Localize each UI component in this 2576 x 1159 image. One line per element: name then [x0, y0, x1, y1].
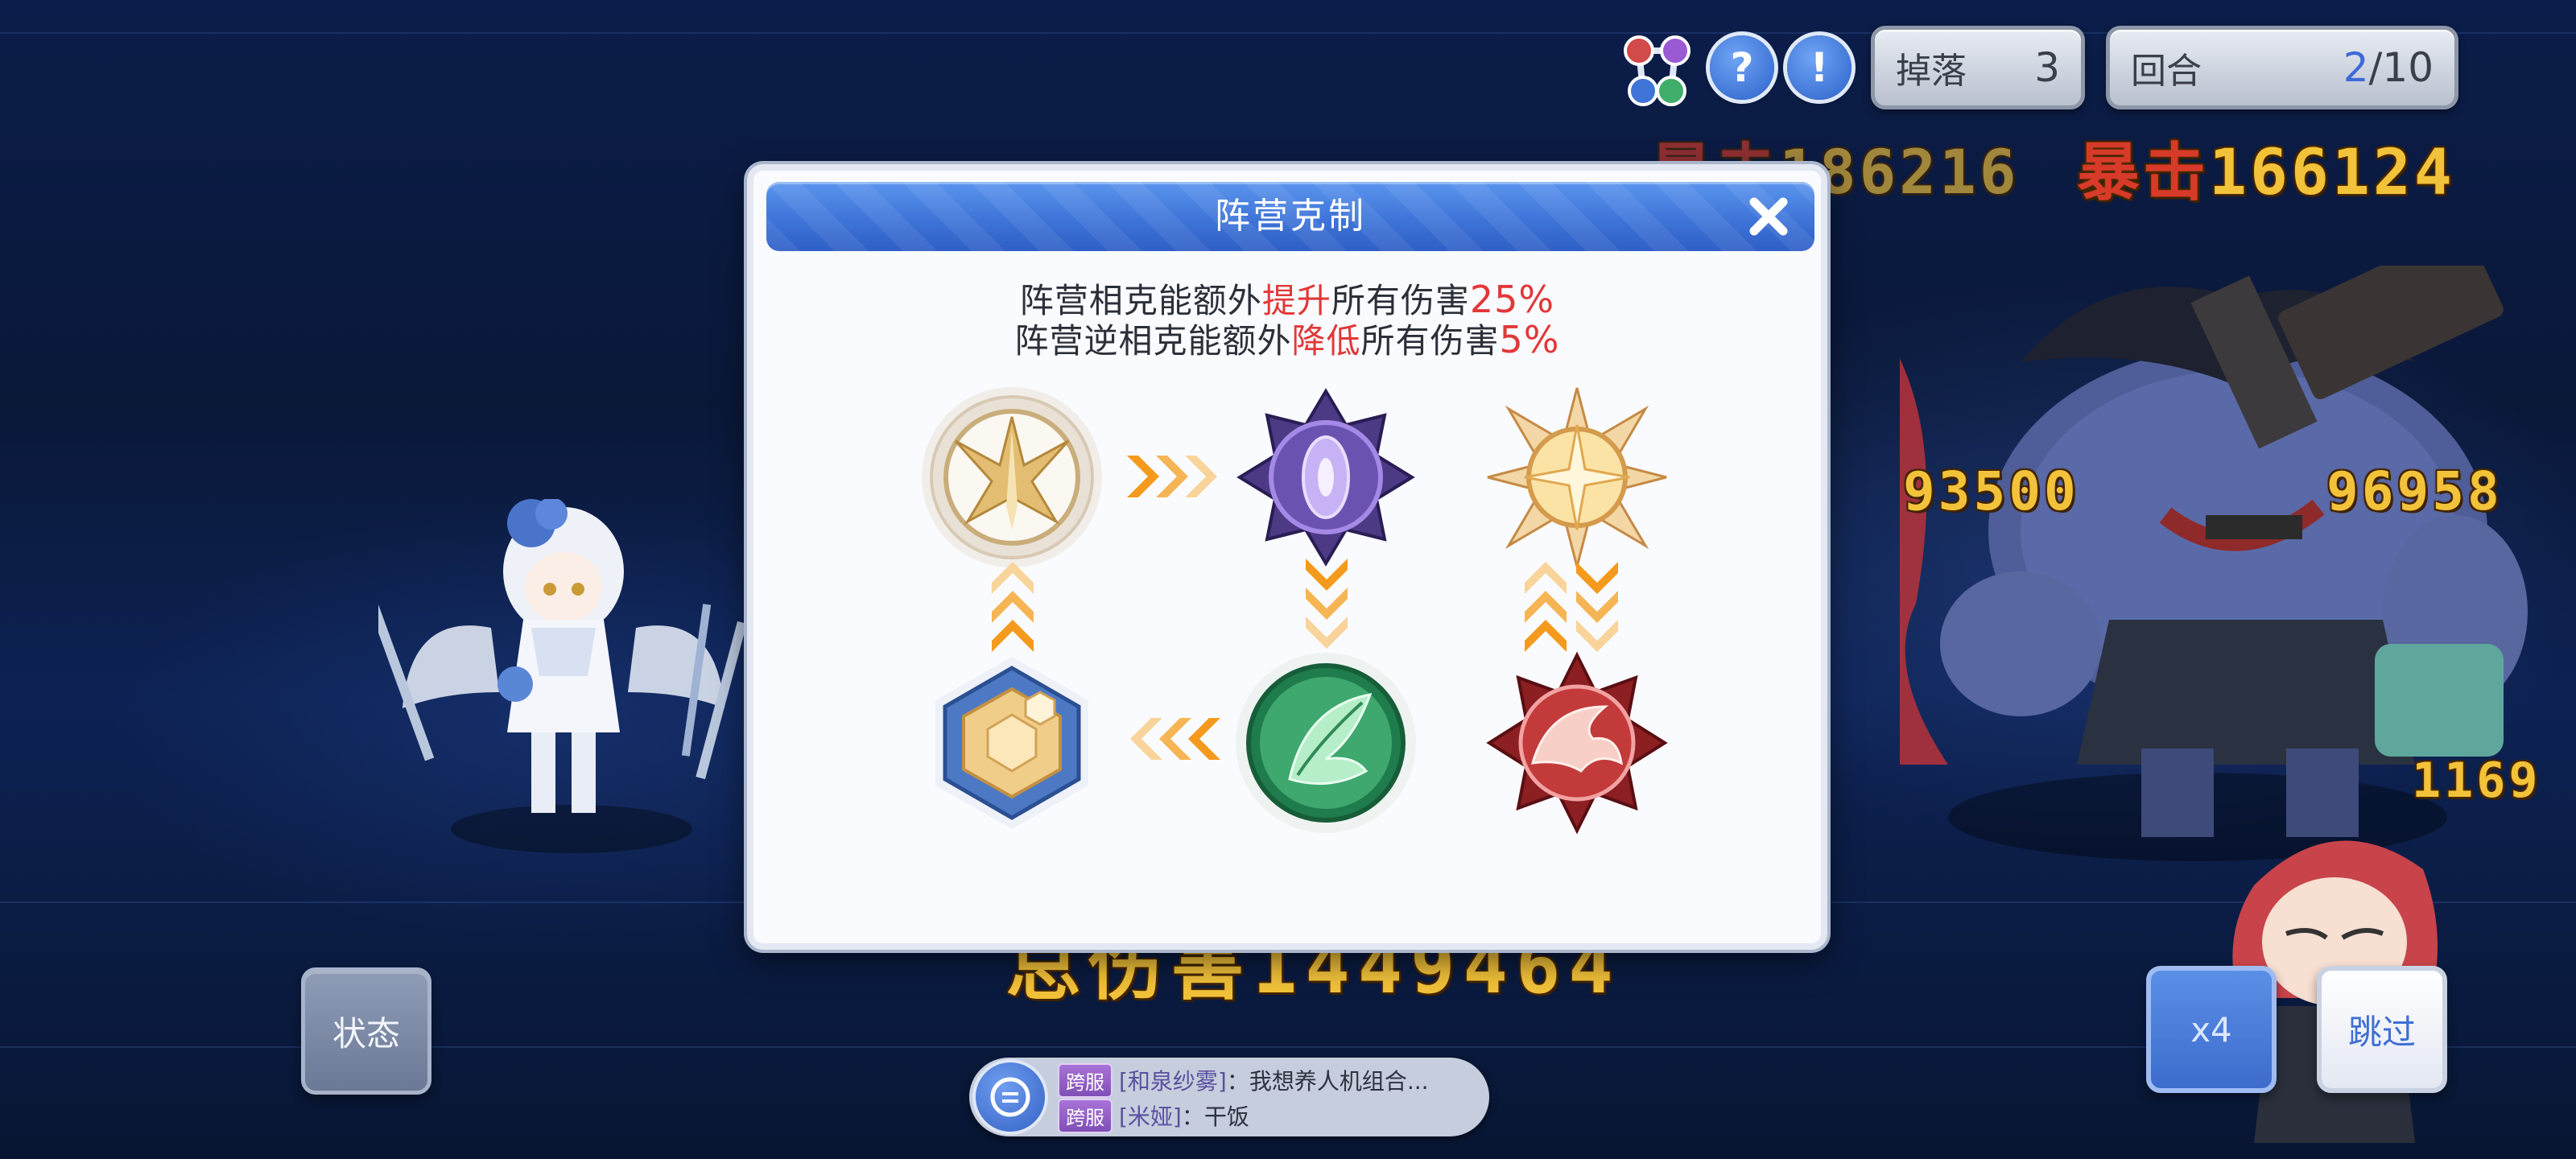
- arrow-up-icon: [1525, 562, 1567, 652]
- arrow-up-icon: [992, 562, 1034, 652]
- holy-faction-emblem-icon: [1487, 387, 1667, 567]
- hero-character[interactable]: [378, 499, 749, 837]
- formation-network-icon[interactable]: [1615, 31, 1695, 111]
- chat-text: ：干饭: [1181, 1103, 1249, 1130]
- dialog-header: 阵营克制: [766, 182, 1814, 251]
- cross-server-tag: 跨服: [1058, 1062, 1113, 1098]
- round-label: 回合: [2131, 51, 2202, 92]
- arrow-left-icon: [1130, 718, 1220, 760]
- cross-server-tag: 跨服: [1058, 1098, 1113, 1133]
- arrow-down-icon: [1576, 562, 1618, 652]
- shadow-faction-emblem-icon: [1236, 388, 1415, 567]
- question-icon: ?: [1730, 44, 1754, 91]
- damage-number: 93500: [1903, 460, 2079, 522]
- drop-count: 3: [2034, 44, 2060, 91]
- close-icon: [1749, 197, 1788, 236]
- round-current: 2: [2343, 44, 2369, 91]
- counter-penalty-text: 阵营逆相克能额外降低所有伤害5%: [1014, 318, 1560, 361]
- round-total: /10: [2368, 44, 2434, 91]
- arrow-right-icon: [1127, 456, 1217, 497]
- status-button[interactable]: 状态: [301, 967, 431, 1095]
- arrow-down-icon: [1306, 559, 1348, 649]
- chat-message: 跨服 [米娅] ：干饭: [1058, 1098, 1249, 1133]
- help-button[interactable]: ?: [1710, 35, 1774, 100]
- earth-faction-emblem-icon: [935, 657, 1088, 829]
- info-button[interactable]: !: [1787, 35, 1852, 100]
- damage-number: 96958: [2326, 460, 2503, 522]
- dialog-title: 阵营克制: [1215, 196, 1366, 237]
- damage-number: 1169: [2412, 753, 2541, 809]
- faction-counter-dialog: 阵营克制 阵营相克能额外提升所有伤害25% 阵营逆相克能额外降低所有伤害5%: [747, 164, 1827, 950]
- skip-button[interactable]: 跳过: [2317, 966, 2447, 1093]
- round-counter: 回合 2/10: [2106, 26, 2458, 109]
- light-faction-emblem-icon: [922, 387, 1102, 567]
- nature-faction-emblem-icon: [1236, 653, 1416, 833]
- chat-message: 跨服 [和泉纱雾] ：我想养人机组合...: [1058, 1062, 1429, 1098]
- exclamation-icon: !: [1810, 44, 1829, 91]
- speed-button[interactable]: x4: [2146, 966, 2277, 1093]
- drop-label: 掉落: [1896, 51, 1967, 92]
- damage-number: 暴击166124: [2077, 137, 2455, 209]
- chat-username: [和泉纱雾]: [1119, 1068, 1227, 1095]
- close-button[interactable]: [1742, 190, 1795, 243]
- chat-button[interactable]: [976, 1062, 1045, 1132]
- chat-username: [米娅]: [1119, 1103, 1182, 1130]
- drop-counter: 掉落 3: [1871, 26, 2085, 109]
- chat-ticker[interactable]: 跨服 [和泉纱雾] ：我想养人机组合... 跨服 [米娅] ：干饭: [969, 1058, 1489, 1136]
- fire-faction-emblem-icon: [1486, 651, 1668, 835]
- chat-bubble-icon: [990, 1077, 1030, 1117]
- chat-text: ：我想养人机组合...: [1226, 1068, 1429, 1095]
